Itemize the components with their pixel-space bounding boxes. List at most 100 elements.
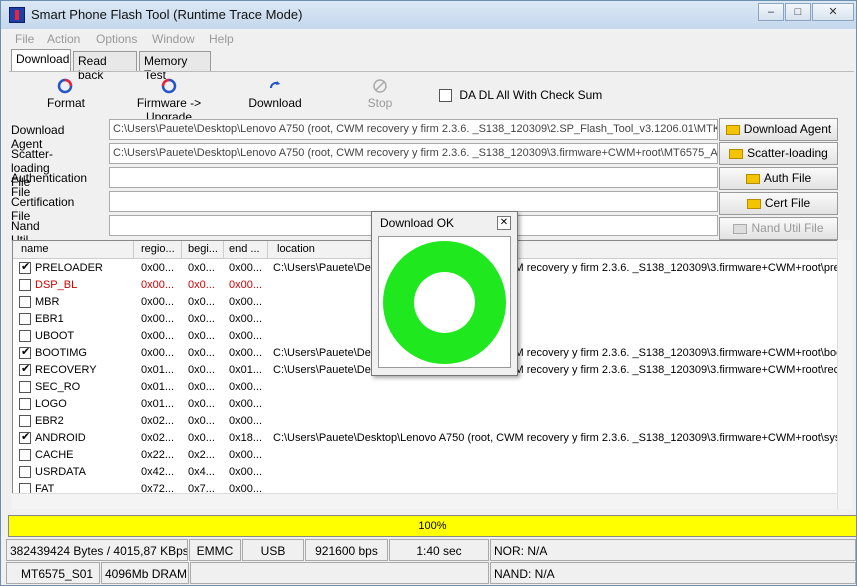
table-row[interactable]: LOGO 0x01... 0x0... 0x00... <box>13 396 851 413</box>
region-cell: 0x01... <box>141 398 175 410</box>
download-agent-field[interactable]: C:\Users\Pauete\Desktop\Lenovo A750 (roo… <box>109 119 718 140</box>
begin-cell: 0x0... <box>188 347 215 359</box>
begin-cell: 0x0... <box>188 381 215 393</box>
region-cell: 0x00... <box>141 296 175 308</box>
menu-action[interactable]: Action <box>47 32 80 46</box>
region-cell: 0x22... <box>141 449 175 461</box>
cert-file-button[interactable]: Cert File <box>719 192 838 215</box>
table-row[interactable]: SEC_RO 0x01... 0x0... 0x00... <box>13 379 851 396</box>
location-cell: C:\Users\Pauete\Desktop\Lenovo A750 (roo… <box>273 364 846 376</box>
row-checkbox[interactable] <box>19 279 31 292</box>
tab-download[interactable]: Download <box>11 49 71 71</box>
table-row[interactable]: CACHE 0x22... 0x2... 0x00... <box>13 447 851 464</box>
checksum-checkbox[interactable]: DA DL All With Check Sum <box>439 88 603 103</box>
location-cell: C:\Users\Pauete\Desktop\Lenovo A750 (roo… <box>273 262 843 274</box>
status-nor: NOR: N/A <box>490 539 856 561</box>
region-cell: 0x00... <box>141 347 175 359</box>
end-cell: 0x00... <box>229 381 263 393</box>
minimize-button[interactable]: – <box>758 3 784 21</box>
row-name-cell: ANDROID <box>19 430 86 445</box>
nand-util-file-button[interactable]: Nand Util File <box>719 217 838 240</box>
main-window: Smart Phone Flash Tool (Runtime Trace Mo… <box>0 0 857 586</box>
dialog-close-button[interactable]: ✕ <box>497 216 511 230</box>
end-cell: 0x00... <box>229 415 263 427</box>
dialog-body <box>378 236 511 368</box>
folder-icon <box>745 173 760 184</box>
horizontal-scrollbar[interactable] <box>12 493 837 509</box>
partition-name: DSP_BL <box>35 279 78 291</box>
menu-window[interactable]: Window <box>152 32 195 46</box>
row-name-cell: UBOOT <box>19 330 75 343</box>
progress-label: 100% <box>418 520 447 532</box>
maximize-button[interactable]: □ <box>785 3 811 21</box>
column-header-location[interactable]: location <box>277 243 315 255</box>
row-name-cell: LOGO <box>19 398 67 411</box>
location-cell: C:\Users\Pauete\Desktop\Lenovo A750 (roo… <box>273 432 844 444</box>
partition-name: UBOOT <box>35 330 75 342</box>
auth-file-button[interactable]: Auth File <box>719 167 838 190</box>
table-row[interactable]: USRDATA 0x42... 0x4... 0x00... <box>13 464 851 481</box>
folder-icon <box>725 124 740 135</box>
row-name-cell: DSP_BL <box>19 279 78 292</box>
table-row[interactable]: EBR2 0x02... 0x0... 0x00... <box>13 413 851 430</box>
folder-icon <box>729 148 744 159</box>
partition-name: EBR2 <box>35 415 64 427</box>
menu-file[interactable]: File <box>15 32 34 46</box>
row-checkbox[interactable] <box>19 330 31 343</box>
partition-name: MBR <box>35 296 60 308</box>
row-checkbox[interactable] <box>19 466 31 479</box>
column-header-begin[interactable]: begi... <box>188 243 218 255</box>
begin-cell: 0x0... <box>188 296 215 308</box>
download-ok-dialog: Download OK ✕ <box>371 211 518 376</box>
cert-file-button-label: Cert File <box>764 196 811 210</box>
download-agent-button[interactable]: Download Agent <box>719 118 838 141</box>
cert-field[interactable] <box>109 191 718 212</box>
row-checkbox[interactable] <box>19 362 31 377</box>
partition-name: ANDROID <box>35 432 86 444</box>
end-cell: 0x00... <box>229 279 263 291</box>
row-checkbox[interactable] <box>19 398 31 411</box>
partition-name: CACHE <box>35 449 74 461</box>
status-dram: 4096Mb DRAM <box>101 562 189 584</box>
checksum-label: DA DL All With Check Sum <box>459 88 603 102</box>
close-button[interactable]: ✕ <box>812 3 854 21</box>
download-label: Download <box>248 96 302 110</box>
end-cell: 0x00... <box>229 330 263 342</box>
scatter-field[interactable]: C:\Users\Pauete\Desktop\Lenovo A750 (roo… <box>109 143 718 164</box>
auth-field[interactable] <box>109 167 718 188</box>
tab-memory-test[interactable]: Memory Test <box>139 51 211 82</box>
checksum-box[interactable] <box>439 89 452 103</box>
status-baud: 921600 bps <box>305 539 388 561</box>
column-header-end[interactable]: end ... <box>229 243 260 255</box>
scatter-loading-button-label: Scatter-loading <box>747 146 828 160</box>
row-checkbox[interactable] <box>19 345 31 360</box>
stop-icon <box>373 79 387 93</box>
region-cell: 0x01... <box>141 381 175 393</box>
partition-name: SEC_RO <box>35 381 81 393</box>
row-name-cell: EBR2 <box>19 415 64 428</box>
stop-button[interactable]: Stop <box>365 78 395 110</box>
row-checkbox[interactable] <box>19 313 31 326</box>
menu-help[interactable]: Help <box>209 32 234 46</box>
menu-options[interactable]: Options <box>96 32 137 46</box>
row-checkbox[interactable] <box>19 415 31 428</box>
tab-read-back[interactable]: Read back <box>73 51 137 82</box>
firmware-upgrade-button[interactable]: Firmware -> Upgrade <box>117 78 221 124</box>
status-chip: MT6575_S01 <box>6 562 100 584</box>
format-button[interactable]: Format <box>47 78 85 110</box>
column-header-region[interactable]: regio... <box>141 243 175 255</box>
vertical-scrollbar[interactable] <box>837 240 852 509</box>
column-header-name[interactable]: name <box>21 243 49 255</box>
download-button[interactable]: Download <box>247 78 303 110</box>
table-row[interactable]: ANDROID 0x02... 0x0... 0x18... C:\Users\Paue… <box>13 430 851 447</box>
partition-name: LOGO <box>35 398 67 410</box>
row-checkbox[interactable] <box>19 449 31 462</box>
row-checkbox[interactable] <box>19 260 31 275</box>
location-cell: C:\Users\Pauete\Desktop\Lenovo A750 (roo… <box>273 347 843 359</box>
scatter-loading-button[interactable]: Scatter-loading <box>719 142 838 165</box>
row-checkbox[interactable] <box>19 381 31 394</box>
end-cell: 0x00... <box>229 347 263 359</box>
row-checkbox[interactable] <box>19 430 31 445</box>
begin-cell: 0x0... <box>188 398 215 410</box>
row-checkbox[interactable] <box>19 296 31 309</box>
